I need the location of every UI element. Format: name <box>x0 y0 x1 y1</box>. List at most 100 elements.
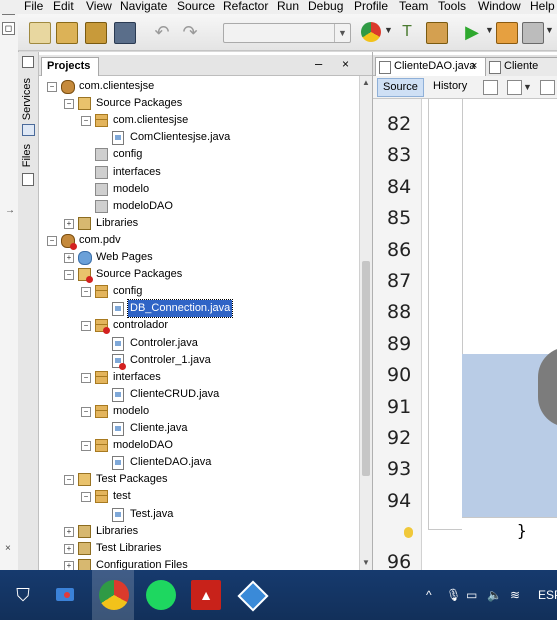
microphone-icon[interactable]: 🎙 <box>446 588 461 602</box>
spotify-icon[interactable] <box>146 580 176 610</box>
tree-node[interactable]: − Source Packages <box>39 266 357 284</box>
clean-build-icon[interactable] <box>426 22 448 44</box>
back-icon[interactable] <box>507 80 522 95</box>
tree-node[interactable]: DB_Connection.java <box>39 299 357 319</box>
projects-tab[interactable]: Projects <box>41 57 100 76</box>
expand-icon[interactable]: + <box>64 526 74 537</box>
battery-icon[interactable]: ▭ <box>466 588 477 602</box>
tree-node[interactable]: − controlador <box>39 317 357 335</box>
tree-node[interactable]: ClienteDAO.java <box>39 454 357 471</box>
profile-icon[interactable] <box>522 22 544 44</box>
editor-tab-cliente[interactable]: Cliente <box>485 57 557 76</box>
menu-tools[interactable]: Tools <box>438 0 466 13</box>
collapse-icon[interactable]: − <box>64 475 74 486</box>
close-panel-button[interactable]: × <box>342 57 349 71</box>
chrome-browser-icon[interactable] <box>361 22 381 42</box>
configuration-select[interactable]: ▼ <box>223 23 351 43</box>
menu-view[interactable]: View <box>86 0 112 13</box>
debug-icon[interactable] <box>496 22 518 44</box>
menu-navigate[interactable]: Navigate <box>120 0 167 13</box>
expand-icon[interactable]: + <box>64 218 74 229</box>
collapse-icon[interactable]: − <box>81 441 91 452</box>
tree-node[interactable]: − modeloDAO <box>39 437 357 454</box>
tree-node[interactable]: Controler_1.java <box>39 352 357 370</box>
chrome-icon[interactable] <box>99 580 129 610</box>
collapse-icon[interactable]: − <box>47 82 57 92</box>
build-hammer-icon[interactable]: T <box>397 22 417 42</box>
tree-node[interactable]: − com.clientesjse <box>39 78 357 95</box>
volume-icon[interactable]: 🔈 <box>487 588 502 602</box>
language-indicator[interactable]: ESP <box>538 588 557 602</box>
collapse-icon[interactable]: − <box>81 116 91 127</box>
pdf-reader-icon[interactable]: ▲ <box>191 580 221 610</box>
tree-node[interactable]: + Web Pages <box>39 249 357 266</box>
menu-window[interactable]: Window <box>478 0 521 13</box>
tree-node[interactable]: + Test Libraries <box>39 540 357 557</box>
code-area[interactable]: } <box>422 99 557 570</box>
collapse-icon[interactable]: − <box>81 406 91 417</box>
scroll-up-icon[interactable]: ▲ <box>362 78 370 87</box>
close-icon[interactable]: × <box>5 543 11 554</box>
services-tab[interactable]: Services <box>21 78 33 120</box>
new-project-icon[interactable] <box>56 22 78 44</box>
tree-node[interactable]: Test.java <box>39 506 357 523</box>
menu-profile[interactable]: Profile <box>354 0 388 13</box>
expand-icon[interactable]: + <box>64 543 74 554</box>
collapse-icon[interactable]: − <box>81 492 91 503</box>
collapse-icon[interactable]: − <box>64 270 74 281</box>
lightbulb-hint-icon[interactable] <box>404 527 413 538</box>
tree-node[interactable]: ComClientesjse.java <box>39 129 357 146</box>
tree-node[interactable]: − test <box>39 488 357 505</box>
tree-node[interactable]: Controler.java <box>39 335 357 352</box>
last-edit-icon[interactable] <box>483 80 498 95</box>
undo-icon[interactable]: ↶ <box>152 22 172 42</box>
menu-file[interactable]: File <box>24 0 43 13</box>
tree-node[interactable]: Cliente.java <box>39 420 357 437</box>
restore-icon[interactable]: ◻ <box>2 22 15 35</box>
minimize-button[interactable]: – <box>315 56 322 71</box>
chevron-down-icon[interactable]: ▼ <box>523 82 532 92</box>
collapse-icon[interactable]: − <box>81 321 91 332</box>
forward-icon[interactable] <box>540 80 555 95</box>
tree-node[interactable]: − Test Packages <box>39 471 357 488</box>
menu-run[interactable]: Run <box>277 0 299 13</box>
tree-node[interactable]: config <box>39 146 357 163</box>
tree-node[interactable]: modeloDAO <box>39 198 357 215</box>
app-cube-icon[interactable] <box>237 580 269 612</box>
camera-app-icon[interactable] <box>52 580 82 610</box>
files-tab[interactable]: Files <box>21 144 33 167</box>
menu-source[interactable]: Source <box>177 0 215 13</box>
scroll-down-icon[interactable]: ▼ <box>362 558 370 567</box>
menu-help[interactable]: Help <box>530 0 555 13</box>
run-icon[interactable]: ▶ <box>462 22 482 42</box>
wifi-icon[interactable]: ≋ <box>510 588 520 602</box>
tree-node[interactable]: interfaces <box>39 164 357 181</box>
new-file-icon[interactable] <box>29 22 51 44</box>
redo-icon[interactable]: ↷ <box>180 22 200 42</box>
tree-node[interactable]: + Libraries <box>39 215 357 232</box>
source-view-button[interactable]: Source <box>377 78 424 97</box>
menu-team[interactable]: Team <box>399 0 428 13</box>
tree-node[interactable]: − com.clientesjse <box>39 112 357 129</box>
history-view-button[interactable]: History <box>428 78 472 95</box>
collapse-icon[interactable]: − <box>47 235 57 246</box>
menu-edit[interactable]: Edit <box>53 0 74 13</box>
tree-node[interactable]: − com.pdv <box>39 232 357 250</box>
tree-node[interactable]: modelo <box>39 181 357 198</box>
tree-node[interactable]: − config <box>39 283 357 300</box>
close-tab-icon[interactable]: × <box>471 58 477 75</box>
chevron-down-icon[interactable]: ▼ <box>485 25 494 35</box>
tray-overflow-icon[interactable]: ^ <box>426 588 432 602</box>
tree-node[interactable]: − Source Packages <box>39 95 357 112</box>
collapse-icon[interactable]: − <box>64 99 74 110</box>
tree-node[interactable]: − interfaces <box>39 369 357 386</box>
tree-node[interactable]: + Libraries <box>39 523 357 540</box>
tree-node[interactable]: ClienteCRUD.java <box>39 386 357 403</box>
expand-icon[interactable]: + <box>64 560 74 570</box>
shield-icon[interactable]: ⛉ <box>8 580 38 610</box>
expand-icon[interactable]: + <box>64 253 74 263</box>
open-project-icon[interactable] <box>85 22 107 44</box>
chevron-down-icon[interactable]: ▼ <box>545 25 554 35</box>
menu-refactor[interactable]: Refactor <box>223 0 268 13</box>
save-all-icon[interactable] <box>114 22 136 44</box>
